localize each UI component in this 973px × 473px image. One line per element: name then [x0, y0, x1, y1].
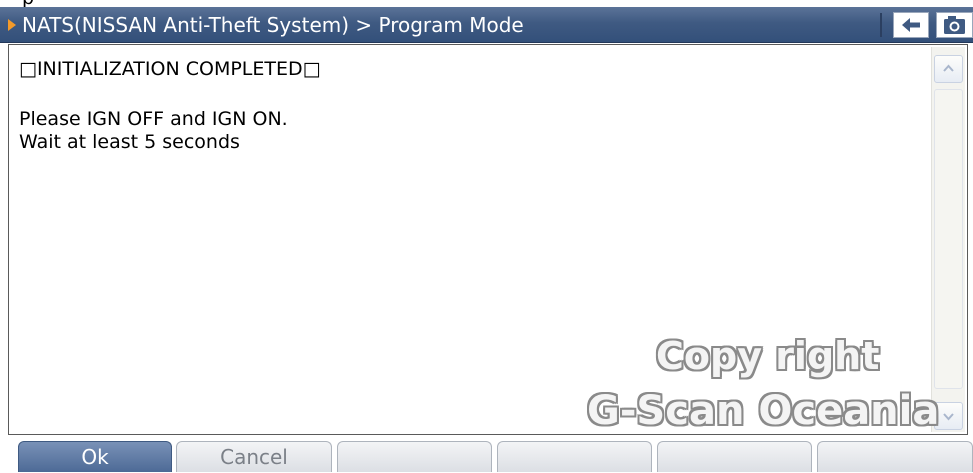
- function-button-4[interactable]: [497, 441, 652, 472]
- message-heading: □INITIALIZATION COMPLETED□: [19, 58, 321, 80]
- chevron-up-icon: [943, 64, 954, 72]
- top-strip: p: [0, 0, 973, 7]
- back-arrow-icon: [902, 18, 920, 32]
- chevron-down-icon: [943, 413, 954, 421]
- message-line-2: Wait at least 5 seconds: [19, 131, 240, 153]
- ok-button[interactable]: Ok: [18, 441, 172, 472]
- function-button-6[interactable]: [817, 441, 973, 472]
- back-button[interactable]: [893, 12, 929, 38]
- title-separator: [880, 13, 882, 37]
- function-button-3[interactable]: [337, 441, 492, 472]
- camera-button[interactable]: [936, 12, 973, 38]
- function-button-bar: Ok Cancel: [0, 437, 973, 472]
- function-button-5[interactable]: [657, 441, 812, 472]
- title-bar: NATS(NISSAN Anti-Theft System) > Program…: [0, 7, 973, 43]
- message-line-1: Please IGN OFF and IGN ON.: [19, 108, 288, 130]
- scroll-up-button[interactable]: [934, 55, 963, 83]
- cancel-button[interactable]: Cancel: [176, 441, 332, 472]
- page-title: NATS(NISSAN Anti-Theft System) > Program…: [22, 13, 524, 37]
- message-panel: □INITIALIZATION COMPLETED□ Please IGN OF…: [8, 44, 968, 435]
- vertical-scrollbar[interactable]: [931, 47, 965, 432]
- scroll-track[interactable]: [934, 89, 963, 389]
- top-strip-text: p: [22, 0, 34, 7]
- title-arrow-icon: [8, 19, 16, 31]
- camera-icon: [944, 16, 965, 34]
- scroll-down-button[interactable]: [934, 402, 963, 430]
